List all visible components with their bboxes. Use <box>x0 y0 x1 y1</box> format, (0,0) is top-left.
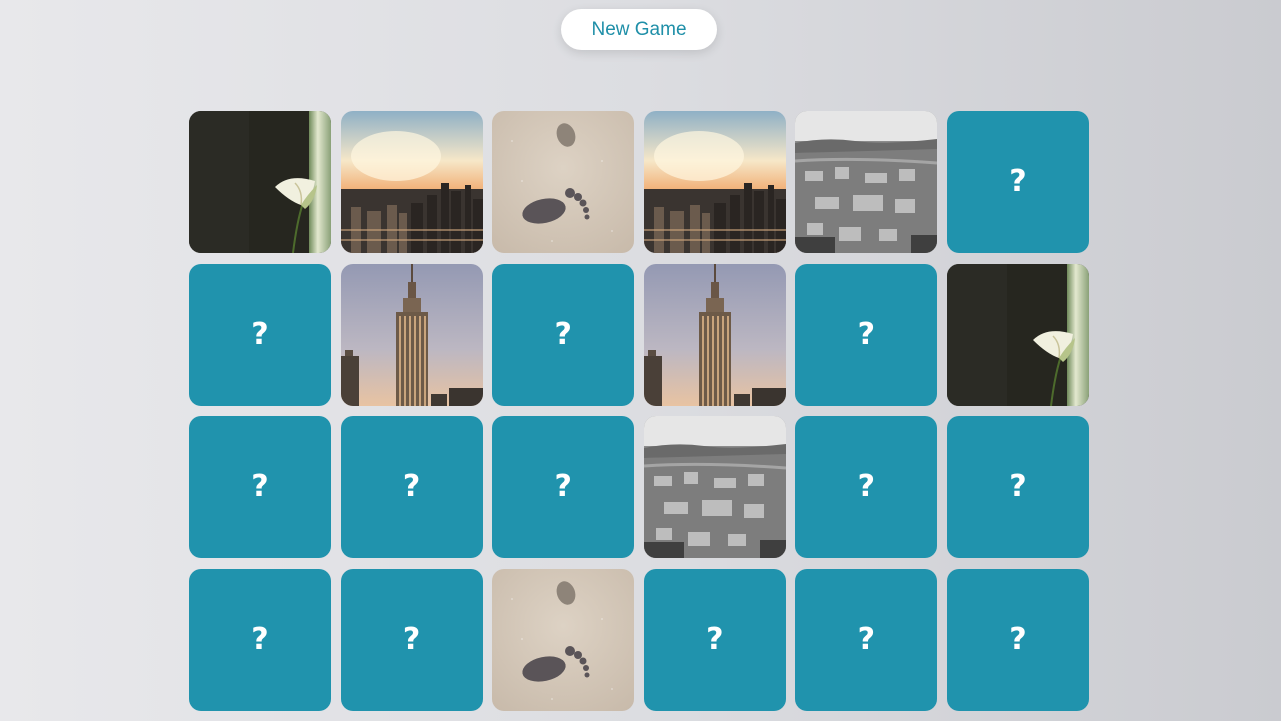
memory-card[interactable] <box>492 111 635 253</box>
new-game-button[interactable]: New Game <box>561 9 717 50</box>
memory-card[interactable] <box>643 111 786 253</box>
memory-card[interactable] <box>189 111 331 253</box>
memory-card[interactable]: ? <box>492 416 635 559</box>
question-mark-icon: ? <box>857 621 876 657</box>
memory-card[interactable]: ? <box>795 568 938 711</box>
question-mark-icon: ? <box>1009 469 1027 505</box>
question-mark-icon: ? <box>251 621 269 657</box>
memory-card[interactable]: ? <box>189 568 331 711</box>
question-mark-icon: ? <box>1009 164 1027 199</box>
question-mark-icon: ? <box>1009 621 1027 657</box>
empire-state-building-image <box>340 263 483 406</box>
memory-card[interactable]: ? <box>189 263 331 406</box>
calla-lily-image <box>946 263 1089 406</box>
question-mark-icon: ? <box>251 316 269 352</box>
memory-card[interactable]: ? <box>340 568 483 711</box>
calla-lily-image <box>189 111 331 253</box>
city-skyline-image <box>643 111 786 253</box>
memory-card[interactable] <box>492 568 635 711</box>
memory-card[interactable]: ? <box>946 416 1089 559</box>
memory-card[interactable] <box>795 111 938 253</box>
memory-card[interactable] <box>340 111 483 253</box>
memory-card[interactable] <box>643 416 786 559</box>
question-mark-icon: ? <box>251 469 269 505</box>
city-skyline-image <box>340 111 483 253</box>
question-mark-icon: ? <box>554 316 572 352</box>
memory-card[interactable]: ? <box>189 416 331 559</box>
old-town-aerial-image <box>643 416 786 559</box>
sand-footprints-image <box>492 568 635 711</box>
memory-card[interactable] <box>340 263 483 406</box>
memory-card[interactable]: ? <box>795 263 938 406</box>
memory-card[interactable]: ? <box>643 568 786 711</box>
question-mark-icon: ? <box>554 469 572 505</box>
old-town-aerial-image <box>795 111 938 253</box>
memory-card[interactable] <box>643 263 786 406</box>
question-mark-icon: ? <box>857 316 876 352</box>
question-mark-icon: ? <box>706 621 724 657</box>
memory-card[interactable]: ? <box>946 111 1089 253</box>
empire-state-building-image <box>643 263 786 406</box>
sand-footprints-image <box>492 111 635 253</box>
memory-card[interactable] <box>946 263 1089 406</box>
question-mark-icon: ? <box>402 469 421 505</box>
question-mark-icon: ? <box>402 621 421 657</box>
memory-card[interactable]: ? <box>492 263 635 406</box>
memory-card[interactable]: ? <box>946 568 1089 711</box>
game-board: ?? ? ? ? ? ? ? ? ? ? ? ? ? <box>189 111 1089 711</box>
memory-card[interactable]: ? <box>340 416 483 559</box>
question-mark-icon: ? <box>857 469 876 505</box>
memory-card[interactable]: ? <box>795 416 938 559</box>
